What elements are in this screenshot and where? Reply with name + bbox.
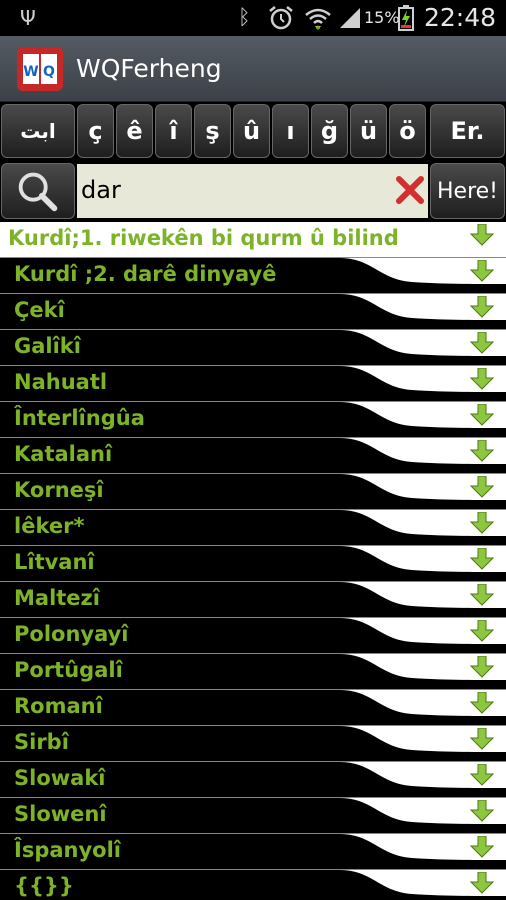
battery-percent: 15%: [364, 8, 400, 27]
results-list: Kurdî;1. riwekên bi qurm û bilind Kurdî ;…: [0, 222, 506, 900]
alarm-icon: [269, 6, 293, 30]
list-item-label: Kurdî;1. riwekên bi qurm û bilind: [8, 226, 399, 250]
arabic-keyboard-button[interactable]: ابت: [1, 104, 75, 158]
list-item[interactable]: Îspanyolî: [0, 834, 506, 870]
search-input[interactable]: dar: [77, 164, 428, 218]
key-o-umlaut[interactable]: ö: [389, 104, 426, 158]
key-u-circumflex[interactable]: û: [233, 104, 270, 158]
download-arrow-icon[interactable]: [470, 764, 494, 786]
list-item[interactable]: Katalanî: [0, 438, 506, 474]
list-item[interactable]: Nahuatl: [0, 366, 506, 402]
character-key-row: ابت ç ê î ş û ı ğ ü ö Er.: [0, 102, 506, 160]
key-u-umlaut[interactable]: ü: [350, 104, 387, 158]
list-item-label: lêker*: [14, 514, 85, 538]
list-item-label: Îspanyolî: [14, 838, 121, 862]
download-arrow-icon[interactable]: [470, 584, 494, 606]
list-item[interactable]: Maltezî: [0, 582, 506, 618]
usb-icon: Ψ: [20, 6, 36, 30]
clock: 22:48: [424, 3, 497, 32]
row-background: [0, 294, 506, 330]
list-item-label: Kurdî ;2. darê dinyayê: [14, 262, 277, 286]
list-item-label: Nahuatl: [14, 370, 108, 394]
list-item[interactable]: Romanî: [0, 690, 506, 726]
signal-icon: [340, 8, 360, 28]
list-item-label: Slowenî: [14, 802, 107, 826]
list-item-label: Korneşî: [14, 478, 104, 502]
list-item-label: Maltezî: [14, 586, 100, 610]
download-arrow-icon[interactable]: [470, 224, 494, 246]
key-dotless-i[interactable]: ı: [272, 104, 309, 158]
download-arrow-icon[interactable]: [470, 476, 494, 498]
key-e-circumflex[interactable]: ê: [116, 104, 153, 158]
list-item[interactable]: Sirbî: [0, 726, 506, 762]
list-item-label: Çekî: [14, 298, 65, 322]
list-item-label: Înterlîngûa: [14, 406, 145, 430]
download-arrow-icon[interactable]: [470, 548, 494, 570]
wifi-icon: [305, 8, 331, 30]
clear-icon[interactable]: [395, 175, 425, 205]
here-button[interactable]: Here!: [430, 163, 505, 219]
list-item[interactable]: Galîkî: [0, 330, 506, 366]
battery-charging-icon: [398, 5, 414, 31]
download-arrow-icon[interactable]: [470, 620, 494, 642]
download-arrow-icon[interactable]: [470, 728, 494, 750]
list-item-label: Portûgalî: [14, 658, 123, 682]
download-arrow-icon[interactable]: [470, 512, 494, 534]
action-bar: W Q WQFerheng: [0, 36, 506, 102]
list-item[interactable]: Slowenî: [0, 798, 506, 834]
list-item[interactable]: Polonyayî: [0, 618, 506, 654]
list-item[interactable]: Kurdî ;2. darê dinyayê: [0, 258, 506, 294]
list-item[interactable]: lêker*: [0, 510, 506, 546]
row-background: [0, 726, 506, 762]
list-item[interactable]: Korneşî: [0, 474, 506, 510]
list-item-label: Slowakî: [14, 766, 106, 790]
download-arrow-icon[interactable]: [470, 332, 494, 354]
download-arrow-icon[interactable]: [470, 836, 494, 858]
list-item[interactable]: Çekî: [0, 294, 506, 330]
row-background: [0, 870, 506, 900]
list-item[interactable]: Portûgalî: [0, 654, 506, 690]
er-button[interactable]: Er.: [430, 104, 505, 158]
key-i-circumflex[interactable]: î: [155, 104, 192, 158]
list-item[interactable]: Lîtvanî: [0, 546, 506, 582]
list-item[interactable]: Kurdî;1. riwekên bi qurm û bilind: [0, 222, 506, 258]
download-arrow-icon[interactable]: [470, 440, 494, 462]
download-arrow-icon[interactable]: [470, 368, 494, 390]
key-g-breve[interactable]: ğ: [311, 104, 348, 158]
list-item-label: Sirbî: [14, 730, 69, 754]
list-item-label: Katalanî: [14, 442, 113, 466]
search-input-value: dar: [81, 176, 121, 204]
download-arrow-icon[interactable]: [470, 872, 494, 894]
download-arrow-icon[interactable]: [470, 296, 494, 318]
app-title: WQFerheng: [76, 54, 222, 83]
download-arrow-icon[interactable]: [470, 800, 494, 822]
list-item[interactable]: {{}}: [0, 870, 506, 900]
search-button[interactable]: [1, 163, 75, 219]
svg-text:Q: Q: [43, 64, 55, 80]
list-item-label: Galîkî: [14, 334, 81, 358]
search-icon: [18, 172, 58, 212]
list-item-label: Lîtvanî: [14, 550, 95, 574]
status-bar: Ψ ᛒ 15% 22:48: [0, 0, 506, 36]
app-logo-icon: W Q: [17, 47, 63, 91]
key-c-cedilla[interactable]: ç: [77, 104, 114, 158]
svg-text:W: W: [23, 64, 38, 80]
list-item[interactable]: Slowakî: [0, 762, 506, 798]
bluetooth-icon: ᛒ: [238, 5, 251, 29]
search-row: dar Here!: [0, 160, 506, 222]
download-arrow-icon[interactable]: [470, 656, 494, 678]
list-item-label: {{}}: [14, 874, 74, 898]
key-s-cedilla[interactable]: ş: [194, 104, 231, 158]
download-arrow-icon[interactable]: [470, 692, 494, 714]
list-item-label: Romanî: [14, 694, 103, 718]
list-item-label: Polonyayî: [14, 622, 129, 646]
download-arrow-icon[interactable]: [470, 260, 494, 282]
download-arrow-icon[interactable]: [470, 404, 494, 426]
list-item[interactable]: Înterlîngûa: [0, 402, 506, 438]
